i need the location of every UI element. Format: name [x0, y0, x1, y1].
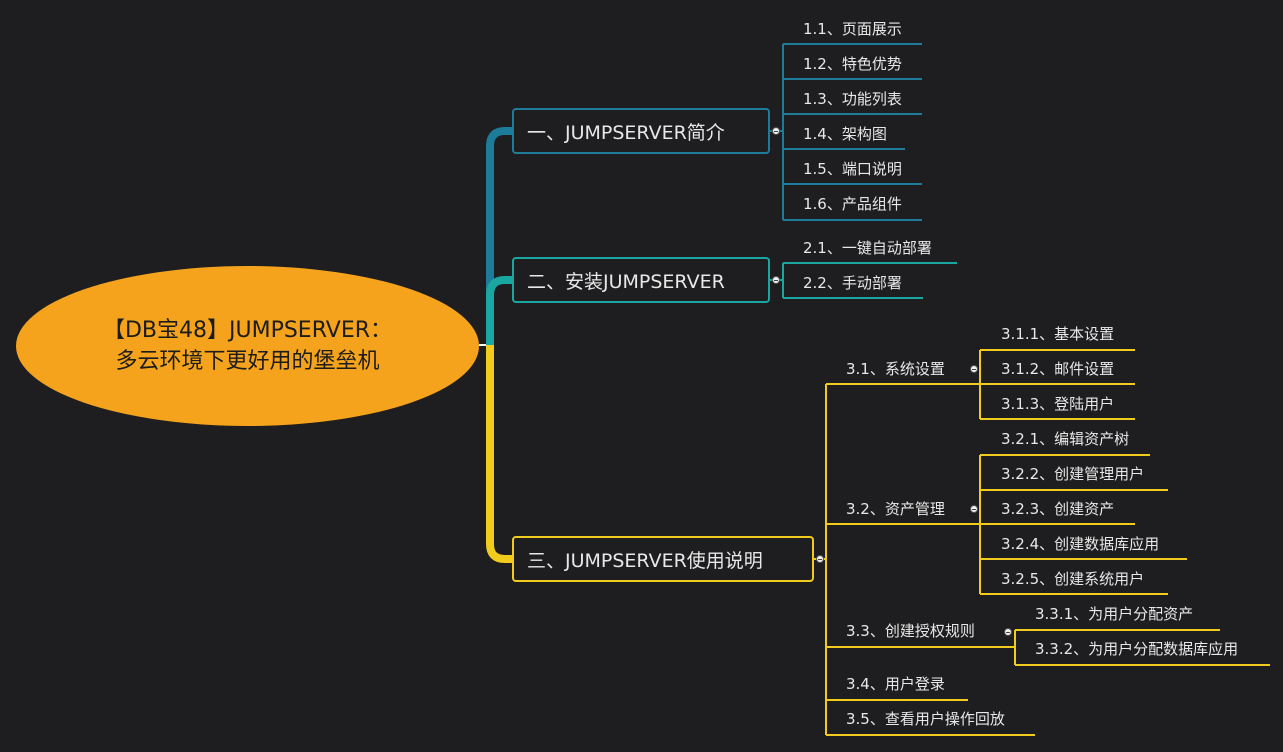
- topic-node[interactable]: 3.1.3、登陆用户: [1001, 394, 1114, 414]
- collapse-toggle-icon[interactable]: [772, 127, 780, 135]
- subtopic-node[interactable]: 3.2、资产管理: [846, 499, 945, 519]
- branch-node-intro[interactable]: 一、JUMPSERVER简介: [512, 108, 770, 154]
- trunk-branch2: [486, 276, 512, 345]
- subtopic-node[interactable]: 3.1、系统设置: [846, 359, 945, 379]
- topic-node[interactable]: 1.5、端口说明: [803, 159, 902, 179]
- topic-node[interactable]: 3.3.1、为用户分配资产: [1035, 604, 1193, 624]
- topic-node[interactable]: 3.2.1、编辑资产树: [1001, 429, 1129, 449]
- topic-node[interactable]: 3.2.3、创建资产: [1001, 499, 1114, 519]
- collapse-toggle-icon[interactable]: [970, 505, 978, 513]
- branch-node-install[interactable]: 二、安装JUMPSERVER: [512, 257, 770, 303]
- root-node[interactable]: 【DB宝48】JUMPSERVER： 多云环境下更好用的堡垒机: [16, 266, 479, 426]
- collapse-toggle-icon[interactable]: [970, 365, 978, 373]
- collapse-toggle-icon[interactable]: [772, 276, 780, 284]
- topic-node[interactable]: 1.1、页面展示: [803, 19, 902, 39]
- trunk-branch3: [486, 345, 512, 563]
- topic-node[interactable]: 3.1.2、邮件设置: [1001, 359, 1114, 379]
- topic-node[interactable]: 3.2.5、创建系统用户: [1001, 569, 1144, 589]
- topic-node[interactable]: 2.1、一键自动部署: [803, 238, 932, 258]
- subtopic-node[interactable]: 3.3、创建授权规则: [846, 621, 975, 641]
- root-title-line2: 多云环境下更好用的堡垒机: [115, 349, 380, 374]
- topic-node[interactable]: 2.2、手动部署: [803, 273, 902, 293]
- topic-node[interactable]: 3.1.1、基本设置: [1001, 324, 1114, 344]
- topic-node[interactable]: 3.3.2、为用户分配数据库应用: [1035, 639, 1238, 659]
- topic-node[interactable]: 3.2.4、创建数据库应用: [1001, 534, 1159, 554]
- topic-node[interactable]: 3.2.2、创建管理用户: [1001, 464, 1144, 484]
- branch-label: 三、JUMPSERVER使用说明: [527, 549, 763, 572]
- branch-node-usage[interactable]: 三、JUMPSERVER使用说明: [512, 536, 814, 582]
- collapse-toggle-icon[interactable]: [816, 555, 824, 563]
- collapse-toggle-icon[interactable]: [1004, 628, 1012, 636]
- topic-node[interactable]: 1.4、架构图: [803, 124, 887, 144]
- subtopic-node[interactable]: 3.4、用户登录: [846, 674, 945, 694]
- topic-node[interactable]: 1.2、特色优势: [803, 54, 902, 74]
- topic-node[interactable]: 1.3、功能列表: [803, 89, 902, 109]
- branch-label: 一、JUMPSERVER简介: [527, 121, 725, 144]
- subtopic-node[interactable]: 3.5、查看用户操作回放: [846, 709, 1005, 729]
- root-title-line1: 【DB宝48】JUMPSERVER：: [102, 318, 393, 343]
- branch-label: 二、安装JUMPSERVER: [527, 270, 725, 293]
- topic-node[interactable]: 1.6、产品组件: [803, 194, 902, 214]
